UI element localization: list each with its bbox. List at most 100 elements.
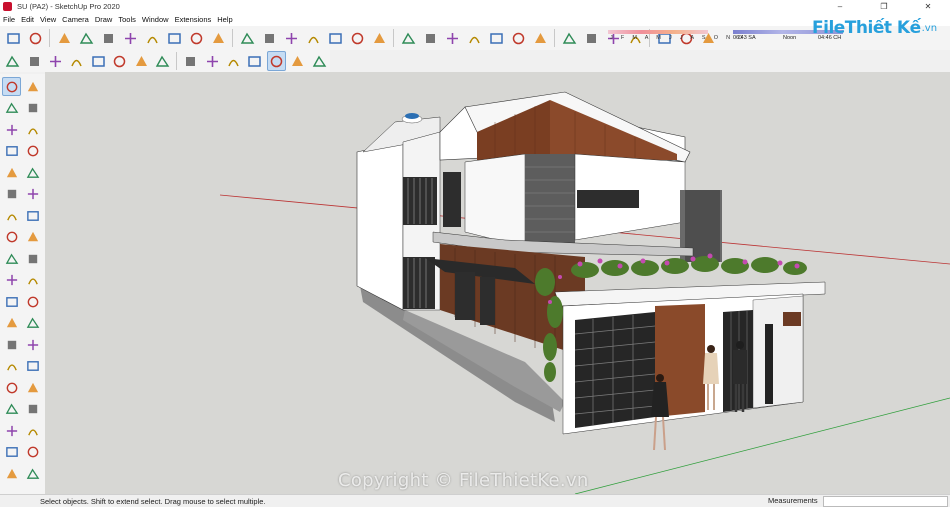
circle-icon[interactable] (2, 163, 21, 182)
model-viewport[interactable] (45, 72, 950, 494)
dimension-icon[interactable] (23, 292, 42, 311)
zoom-extents-icon[interactable] (2, 400, 21, 419)
position-camera-icon[interactable] (2, 421, 21, 440)
walk-icon[interactable] (281, 28, 301, 48)
shaded-textures-icon[interactable] (288, 51, 307, 71)
month-slider[interactable] (608, 30, 708, 34)
right-view-icon[interactable] (142, 28, 162, 48)
light-icon[interactable] (110, 51, 129, 71)
wood-gable-right (550, 100, 677, 160)
tape-icon[interactable] (46, 51, 65, 71)
top-view-icon[interactable] (98, 28, 118, 48)
toolbar-separator (176, 52, 178, 70)
menu-extensions[interactable]: Extensions (172, 15, 215, 24)
vray-lights-icon[interactable] (442, 28, 462, 48)
teapot-icon[interactable] (464, 28, 484, 48)
menu-draw[interactable]: Draw (92, 15, 116, 24)
menu-edit[interactable]: Edit (18, 15, 37, 24)
move-icon[interactable] (2, 228, 21, 247)
eraser-icon[interactable] (23, 99, 42, 118)
section-icon[interactable] (23, 443, 42, 462)
line-icon[interactable] (2, 120, 21, 139)
scale-icon[interactable] (2, 271, 21, 290)
tape-measure-icon[interactable] (2, 292, 21, 311)
wireframe-icon[interactable] (224, 51, 243, 71)
shaded-icon[interactable] (266, 51, 287, 71)
follow-me-icon[interactable] (23, 249, 42, 268)
layout-icon[interactable] (369, 28, 389, 48)
xray-icon[interactable] (181, 51, 200, 71)
extension-warehouse-icon[interactable] (347, 28, 367, 48)
axes-icon[interactable] (2, 335, 21, 354)
warehouse-icon[interactable] (303, 28, 323, 48)
look-around-icon[interactable] (23, 421, 42, 440)
interactive-render-icon[interactable] (508, 28, 528, 48)
rotated-rect-icon[interactable] (23, 142, 42, 161)
model-info-icon[interactable] (3, 51, 22, 71)
bottom-view-icon[interactable] (208, 28, 228, 48)
fill-section-icon[interactable] (23, 464, 42, 483)
paint-bucket-icon[interactable] (24, 51, 43, 71)
select-camera-icon[interactable] (3, 28, 23, 48)
3d-text-icon[interactable] (23, 335, 42, 354)
protractor-icon[interactable] (2, 314, 21, 333)
component-icon[interactable] (25, 28, 45, 48)
paint-icon[interactable] (2, 99, 21, 118)
offset-icon[interactable] (23, 271, 42, 290)
maximize-button[interactable]: ❐ (862, 0, 906, 13)
menu-tools[interactable]: Tools (115, 15, 139, 24)
protractor-icon[interactable] (67, 51, 86, 71)
pan-icon[interactable] (23, 357, 42, 376)
select-arrow-icon[interactable] (2, 77, 21, 96)
rotate-icon[interactable] (2, 249, 21, 268)
section-cut-icon[interactable] (153, 51, 172, 71)
styles-icon[interactable] (398, 28, 418, 48)
render-icon[interactable] (486, 28, 506, 48)
house-model (219, 91, 950, 494)
text-icon[interactable] (23, 314, 42, 333)
monochrome-icon[interactable] (310, 51, 329, 71)
left-view-icon[interactable] (186, 28, 206, 48)
back-view-icon[interactable] (164, 28, 184, 48)
menu-help[interactable]: Help (214, 15, 235, 24)
pie-icon[interactable] (23, 185, 42, 204)
rectangle-icon[interactable] (2, 142, 21, 161)
polygon-icon[interactable] (23, 163, 42, 182)
3d-warehouse-icon[interactable] (325, 28, 345, 48)
refresh-icon[interactable] (530, 28, 550, 48)
zoom-icon[interactable] (2, 378, 21, 397)
orbit-icon[interactable] (2, 357, 21, 376)
iso-view-icon[interactable] (76, 28, 96, 48)
menu-view[interactable]: View (37, 15, 59, 24)
shadow-settings-icon[interactable] (559, 28, 579, 48)
measurements-input[interactable] (823, 496, 948, 507)
soften-icon[interactable] (131, 51, 150, 71)
three-point-arc-icon[interactable] (23, 206, 42, 225)
orbit-icon[interactable] (259, 28, 279, 48)
axes-icon[interactable] (89, 51, 108, 71)
menu-camera[interactable]: Camera (59, 15, 92, 24)
close-button[interactable]: ✕ (906, 0, 950, 13)
hidden-line-icon[interactable] (245, 51, 264, 71)
two-point-arc-icon[interactable] (2, 206, 21, 225)
back-edges-icon[interactable] (202, 51, 221, 71)
zoom-window-icon[interactable] (23, 378, 42, 397)
previous-view-icon[interactable] (23, 400, 42, 419)
menu-bar: File Edit View Camera Draw Tools Window … (0, 13, 950, 26)
section-plane-icon[interactable] (54, 28, 74, 48)
zoom-extents-icon[interactable] (237, 28, 257, 48)
time-noon-label: Noon (783, 35, 797, 41)
walk-icon[interactable] (2, 443, 21, 462)
eraser-box-icon[interactable] (23, 77, 42, 96)
measurements-label: Measurements (768, 496, 818, 505)
menu-window[interactable]: Window (139, 15, 172, 24)
display-section-icon[interactable] (2, 464, 21, 483)
brand-suffix: .vn (921, 22, 938, 34)
minimize-button[interactable]: – (818, 0, 862, 13)
freehand-icon[interactable] (23, 120, 42, 139)
front-view-icon[interactable] (120, 28, 140, 48)
vray-icon[interactable] (420, 28, 440, 48)
menu-file[interactable]: File (0, 15, 18, 24)
arc-icon[interactable] (2, 185, 21, 204)
push-pull-icon[interactable] (23, 228, 42, 247)
